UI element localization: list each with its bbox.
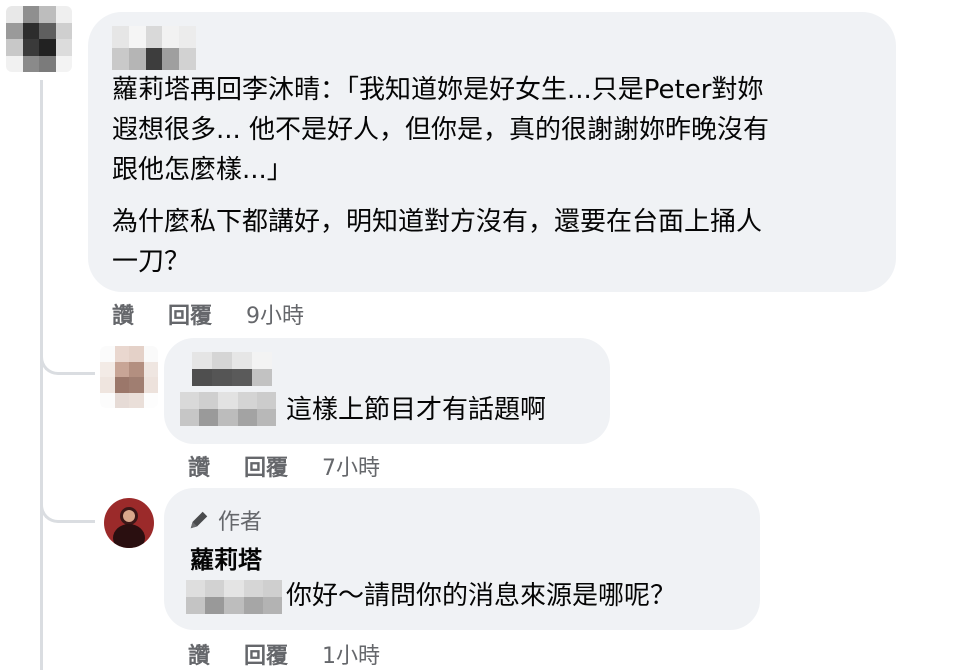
comment-actions: 讚 回覆 9小時 <box>112 298 304 330</box>
author-reply-bubble: 作者 蘿莉塔 你好～請問你的消息來源是哪呢？ <box>164 488 760 630</box>
reply-button[interactable]: 回覆 <box>168 298 212 330</box>
thread-connector <box>40 490 95 523</box>
comment-actions: 讚 回覆 1小時 <box>188 638 380 670</box>
avatar[interactable] <box>6 6 72 72</box>
thread-line <box>40 80 43 670</box>
reply-button[interactable]: 回覆 <box>244 450 288 482</box>
author-badge[interactable]: 作者 <box>188 504 262 536</box>
author-avatar-image <box>104 498 154 548</box>
timestamp[interactable]: 7小時 <box>322 450 380 482</box>
comment-text-line: 跟他怎麼樣...」 <box>112 155 293 185</box>
comment-text-line: 遐想很多... 他不是好人，但你是，真的很謝謝妳昨晚沒有 <box>112 115 770 145</box>
comment-text: 蘿莉塔再回李沐晴：「我知道妳是好女生...只是Peter對妳 遐想很多... 他… <box>112 70 892 282</box>
author-badge-label: 作者 <box>218 510 263 535</box>
like-button[interactable]: 讚 <box>112 298 134 330</box>
author-name[interactable]: 蘿莉塔 <box>190 540 262 575</box>
reply-bubble: 這樣上節目才有話題啊 <box>164 338 610 444</box>
thread-connector <box>40 340 95 375</box>
comment-text-line: 一刀？ <box>112 247 191 277</box>
author-reply-text: 你好～請問你的消息來源是哪呢？ <box>286 581 677 611</box>
avatar[interactable] <box>100 346 158 408</box>
timestamp[interactable]: 1小時 <box>322 638 380 670</box>
like-button[interactable]: 讚 <box>188 450 210 482</box>
pencil-icon <box>190 511 208 529</box>
like-button[interactable]: 讚 <box>188 638 210 670</box>
comment-text-line: 蘿莉塔再回李沐晴：「我知道妳是好女生...只是Peter對妳 <box>112 75 764 105</box>
reply-text: 這樣上節目才有話題啊 <box>286 395 547 425</box>
commenter-name-blurred[interactable] <box>192 352 272 386</box>
reply-button[interactable]: 回覆 <box>244 638 288 670</box>
comment-actions: 讚 回覆 7小時 <box>188 450 380 482</box>
commenter-name-blurred[interactable] <box>112 26 196 70</box>
mention-blurred[interactable] <box>186 580 282 614</box>
mention-blurred[interactable] <box>180 392 276 426</box>
timestamp[interactable]: 9小時 <box>246 298 304 330</box>
comment-bubble: 蘿莉塔再回李沐晴：「我知道妳是好女生...只是Peter對妳 遐想很多... 他… <box>88 12 896 292</box>
author-avatar[interactable] <box>104 498 154 548</box>
comment-text-line: 為什麼私下都講好，明知道對方沒有，還要在台面上捅人 <box>112 207 763 237</box>
